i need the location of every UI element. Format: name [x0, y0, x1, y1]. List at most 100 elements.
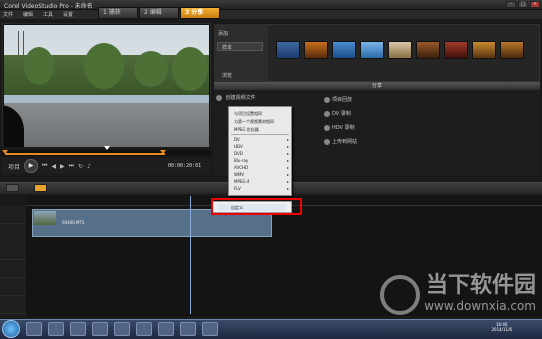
play-button[interactable]: ▶ — [24, 159, 39, 173]
volume-icon[interactable]: ♪ — [87, 163, 91, 170]
taskbar-app-7[interactable] — [158, 322, 174, 336]
library-browse[interactable]: 浏览 — [222, 72, 232, 79]
watermark-logo-icon — [380, 275, 420, 315]
library-thumb-4[interactable] — [360, 41, 384, 59]
start-button[interactable] — [2, 320, 20, 338]
menu-item[interactable]: Blu-ray ▸ — [231, 157, 291, 164]
menu-settings[interactable]: 设置 — [63, 11, 73, 18]
music-track-header[interactable] — [0, 296, 26, 314]
timecode: 00:00:20:01 — [168, 163, 202, 169]
hdv-icon — [324, 124, 330, 131]
taskbar-app-1[interactable] — [26, 322, 42, 336]
menu-item[interactable]: DV ▸ — [231, 136, 291, 143]
share-option-label: 上传到网站 — [332, 139, 358, 145]
menu-tools[interactable]: 工具 — [43, 11, 53, 18]
menu-edit[interactable]: 编辑 — [23, 11, 33, 18]
menu-file[interactable]: 文件 — [3, 11, 13, 18]
prev-frame-icon[interactable]: ◀ — [51, 163, 56, 170]
menu-item[interactable]: MPEG-4 ▸ — [231, 178, 291, 185]
menu-item[interactable]: DVD ▸ — [231, 150, 291, 157]
playhead-icon[interactable] — [104, 146, 110, 150]
watermark: 当下软件园 www.downxia.com — [424, 267, 536, 313]
menu-bar: 文件 编辑 工具 设置 — [0, 10, 542, 19]
submenu-arrow-icon: ▸ — [286, 186, 289, 191]
menu-item-label: FLV — [234, 186, 241, 191]
share-option-hdv[interactable]: HDV 录制 — [324, 124, 355, 131]
step-tabs: 1 捕获 2 编辑 3 分享 — [98, 7, 221, 19]
menu-item[interactable]: MPEG 优化器 — [231, 126, 291, 133]
submenu-arrow-icon: ▸ — [286, 151, 289, 156]
library-add[interactable]: 添加 — [218, 30, 228, 37]
menu-item[interactable]: 与第一个视频素材相同 — [231, 118, 291, 125]
project-mode[interactable]: 项目 — [8, 164, 20, 171]
library-thumb-2[interactable] — [304, 41, 328, 59]
menu-item[interactable]: 与项目设置相同 — [231, 110, 291, 117]
create-video-file-option[interactable]: 创建视频文件 — [216, 94, 256, 101]
timeline-playhead[interactable] — [190, 196, 191, 314]
maximize-button[interactable]: □ — [518, 1, 528, 8]
repeat-icon[interactable]: ↻ — [78, 163, 83, 170]
menu-item-label: HDV — [234, 144, 243, 149]
timeline-view-button[interactable] — [34, 184, 47, 192]
home-icon[interactable]: ⏮ — [42, 162, 47, 170]
dv-icon — [324, 110, 330, 117]
menu-item-label: MPEG 优化器 — [234, 127, 259, 132]
minimize-button[interactable]: – — [506, 1, 516, 8]
taskbar-app-8[interactable] — [180, 322, 196, 336]
system-clock[interactable]: 16:46 2014/11/6 — [491, 322, 512, 332]
library-sample[interactable]: 样本 — [222, 44, 232, 51]
menu-item[interactable]: WMV ▸ — [231, 171, 291, 178]
library-thumb-9[interactable] — [500, 41, 524, 59]
menu-item-label: MPEG-4 — [234, 179, 250, 184]
tab-share[interactable]: 3 分享 — [180, 7, 220, 19]
share-option-upload[interactable]: 上传到网站 — [324, 138, 357, 145]
storyboard-view-button[interactable] — [6, 184, 19, 192]
share-option-label: DV 录制 — [332, 111, 351, 117]
taskbar-app-4[interactable] — [92, 322, 108, 336]
mode-label[interactable]: 项目 — [8, 162, 20, 171]
menu-item[interactable]: FLV ▸ — [231, 185, 291, 192]
title-track-header[interactable] — [0, 260, 26, 278]
menu-item-label: 与项目设置相同 — [234, 111, 262, 116]
video-track-header[interactable] — [0, 206, 26, 224]
submenu-arrow-icon: ▸ — [286, 179, 289, 184]
clock-date: 2014/11/6 — [491, 327, 512, 332]
submenu-arrow-icon: ▸ — [286, 137, 289, 142]
track-headers — [0, 206, 26, 316]
next-frame-icon[interactable]: ▶ — [60, 163, 65, 170]
library-thumb-1[interactable] — [276, 41, 300, 59]
library-thumb-8[interactable] — [472, 41, 496, 59]
overlay-track-header[interactable] — [0, 242, 26, 260]
taskbar-app-5[interactable] — [114, 322, 130, 336]
tab-edit[interactable]: 2 编辑 — [139, 7, 179, 19]
menu-item[interactable]: AVCHD ▸ — [231, 164, 291, 171]
mark-in-icon[interactable] — [2, 150, 8, 154]
film-icon — [216, 94, 222, 101]
taskbar-app-2[interactable] — [48, 322, 64, 336]
menu-item-label: WMV — [234, 172, 245, 177]
library-thumb-5[interactable] — [388, 41, 412, 59]
library-sidebar: 添加 样本 浏览 — [214, 24, 268, 82]
taskbar-app-9[interactable] — [202, 322, 218, 336]
voice-track-header[interactable] — [0, 278, 26, 296]
menu-item[interactable]: HDV ▸ — [231, 143, 291, 150]
create-video-file-label: 创建视频文件 — [225, 95, 256, 101]
library-thumb-7[interactable] — [444, 41, 468, 59]
tab-capture[interactable]: 1 捕获 — [98, 7, 138, 19]
menu-item-label: DV — [234, 137, 240, 142]
share-option-playback[interactable]: 项目回放 — [324, 96, 352, 103]
mark-out-icon[interactable] — [160, 150, 166, 154]
scrub-progress — [5, 153, 165, 155]
library-thumb-6[interactable] — [416, 41, 440, 59]
window-controls: – □ × — [506, 1, 540, 8]
end-icon[interactable]: ⏭ — [69, 162, 74, 170]
taskbar-app-6[interactable] — [136, 322, 152, 336]
title-bar: Corel VideoStudio Pro - 未命名 – □ × — [0, 0, 542, 10]
library-thumb-3[interactable] — [332, 41, 356, 59]
watermark-url: www.downxia.com — [424, 299, 536, 313]
taskbar-app-3[interactable] — [70, 322, 86, 336]
submenu-arrow-icon: ▸ — [286, 165, 289, 170]
menu-separator — [231, 134, 289, 135]
close-button[interactable]: × — [530, 1, 540, 8]
share-option-dv[interactable]: DV 录制 — [324, 110, 351, 117]
